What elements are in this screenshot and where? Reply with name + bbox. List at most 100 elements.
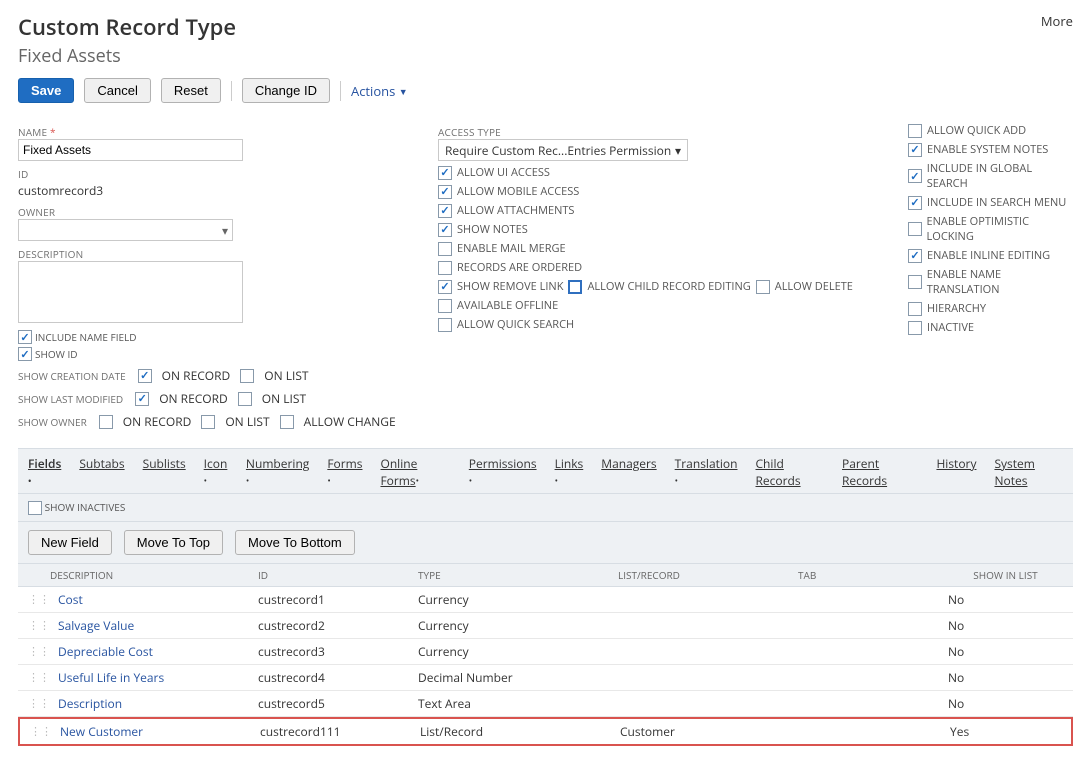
owner-select[interactable]: ▾ — [18, 219, 233, 241]
row-desc-link[interactable]: Depreciable Cost — [58, 643, 153, 660]
drag-handle-icon[interactable]: ⋮⋮ — [28, 670, 50, 685]
drag-handle-icon[interactable]: ⋮⋮ — [28, 644, 50, 659]
dot-icon: • — [416, 474, 419, 487]
table-row[interactable]: ⋮⋮Descriptioncustrecord5Text AreaNo — [18, 691, 1073, 717]
row-desc-link[interactable]: Description — [58, 695, 122, 712]
show-owner-label: SHOW OWNER — [18, 415, 87, 429]
col-header-description: DESCRIPTION — [28, 568, 258, 582]
drag-handle-icon[interactable]: ⋮⋮ — [28, 618, 50, 633]
drag-handle-icon[interactable]: ⋮⋮ — [30, 724, 52, 739]
available-offline-label: AVAILABLE OFFLINE — [457, 298, 558, 313]
cancel-button[interactable]: Cancel — [84, 78, 150, 103]
show-remove-link-label: SHOW REMOVE LINK — [457, 279, 563, 294]
checkbox[interactable] — [438, 204, 452, 218]
move-to-bottom-button[interactable]: Move To Bottom — [235, 530, 355, 555]
include-name-checkbox[interactable] — [18, 330, 32, 344]
checkbox[interactable] — [908, 124, 922, 138]
checkbox-label: SHOW NOTES — [457, 222, 528, 237]
checkbox[interactable] — [908, 169, 922, 183]
checkbox[interactable] — [908, 249, 922, 263]
checkbox-label: ALLOW MOBILE ACCESS — [457, 184, 579, 199]
checkbox[interactable] — [438, 166, 452, 180]
tab-parent-records[interactable]: Parent Records — [842, 455, 918, 489]
save-button[interactable]: Save — [18, 78, 74, 103]
row-id: custrecord4 — [258, 669, 418, 686]
row-desc-link[interactable]: Useful Life in Years — [58, 669, 164, 686]
tab-managers[interactable]: Managers — [601, 455, 656, 489]
checkbox[interactable] — [438, 185, 452, 199]
drag-handle-icon[interactable]: ⋮⋮ — [28, 696, 50, 711]
dot-icon: • — [555, 474, 558, 487]
tab-online-forms[interactable]: Online Forms • — [380, 455, 450, 489]
row-type: Currency — [418, 617, 618, 634]
checkbox[interactable] — [908, 222, 922, 236]
table-row[interactable]: ⋮⋮Costcustrecord1CurrencyNo — [18, 587, 1073, 613]
tab-numbering[interactable]: Numbering • — [246, 455, 309, 489]
scd-onlist-checkbox[interactable] — [240, 369, 254, 383]
row-id: custrecord3 — [258, 643, 418, 660]
slm-onlist-checkbox[interactable] — [238, 392, 252, 406]
allow-quick-search-checkbox[interactable] — [438, 318, 452, 332]
allow-child-record-editing-checkbox[interactable] — [568, 280, 582, 294]
allow-delete-checkbox[interactable] — [756, 280, 770, 294]
table-row[interactable]: ⋮⋮New Customercustrecord111List/RecordCu… — [18, 717, 1073, 746]
tab-links[interactable]: Links • — [555, 455, 584, 489]
drag-handle-icon[interactable]: ⋮⋮ — [28, 592, 50, 607]
tab-child-records[interactable]: Child Records — [756, 455, 825, 489]
so-onrecord-checkbox[interactable] — [99, 415, 113, 429]
checkbox-label: ALLOW UI ACCESS — [457, 165, 550, 180]
tab-system-notes[interactable]: System Notes — [994, 455, 1063, 489]
tab-subtabs[interactable]: Subtabs — [79, 455, 124, 489]
reset-button[interactable]: Reset — [161, 78, 221, 103]
available-offline-checkbox[interactable] — [438, 299, 452, 313]
row-showinlist: Yes — [950, 723, 1061, 740]
so-allowchange-checkbox[interactable] — [280, 415, 294, 429]
slm-onrecord-label: ON RECORD — [159, 390, 228, 407]
description-label: DESCRIPTION — [18, 247, 398, 261]
actions-menu[interactable]: Actions ▼ — [351, 82, 408, 100]
tab-forms[interactable]: Forms • — [327, 455, 362, 489]
table-row[interactable]: ⋮⋮Depreciable Costcustrecord3CurrencyNo — [18, 639, 1073, 665]
checkbox[interactable] — [908, 321, 922, 335]
show-remove-link-checkbox[interactable] — [438, 280, 452, 294]
show-inactives-checkbox[interactable] — [28, 501, 42, 515]
table-row[interactable]: ⋮⋮Salvage Valuecustrecord2CurrencyNo — [18, 613, 1073, 639]
description-input[interactable] — [18, 261, 243, 323]
id-value: customrecord3 — [18, 182, 398, 199]
divider — [340, 81, 341, 101]
name-input[interactable] — [18, 139, 243, 161]
row-desc-link[interactable]: Cost — [58, 591, 83, 608]
scd-onrecord-checkbox[interactable] — [138, 369, 152, 383]
checkbox[interactable] — [438, 261, 452, 275]
tab-translation[interactable]: Translation • — [675, 455, 738, 489]
row-type: Currency — [418, 591, 618, 608]
tab-fields[interactable]: Fields • — [28, 455, 61, 489]
tab-permissions[interactable]: Permissions • — [469, 455, 537, 489]
checkbox[interactable] — [438, 223, 452, 237]
checkbox[interactable] — [908, 275, 922, 289]
more-link[interactable]: More — [1041, 12, 1073, 30]
checkbox-label: RECORDS ARE ORDERED — [457, 260, 582, 275]
checkbox-label: INCLUDE IN SEARCH MENU — [927, 195, 1066, 210]
row-showinlist: No — [948, 669, 1063, 686]
show-id-checkbox[interactable] — [18, 347, 32, 361]
checkbox[interactable] — [908, 143, 922, 157]
change-id-button[interactable]: Change ID — [242, 78, 330, 103]
table-row[interactable]: ⋮⋮Useful Life in Yearscustrecord4Decimal… — [18, 665, 1073, 691]
row-desc-link[interactable]: New Customer — [60, 723, 143, 740]
slm-onrecord-checkbox[interactable] — [135, 392, 149, 406]
tab-history[interactable]: History — [936, 455, 976, 489]
checkbox[interactable] — [908, 196, 922, 210]
tab-icon[interactable]: Icon • — [204, 455, 228, 489]
checkbox[interactable] — [438, 242, 452, 256]
checkbox[interactable] — [908, 302, 922, 316]
new-field-button[interactable]: New Field — [28, 530, 112, 555]
row-desc-link[interactable]: Salvage Value — [58, 617, 134, 634]
allow-child-record-editing-label: ALLOW CHILD RECORD EDITING — [587, 279, 750, 294]
checkbox-label: ENABLE SYSTEM NOTES — [927, 142, 1048, 157]
move-to-top-button[interactable]: Move To Top — [124, 530, 223, 555]
caret-down-icon: ▾ — [675, 142, 681, 159]
access-type-select[interactable]: Require Custom Rec...Entries Permission … — [438, 139, 688, 161]
so-onlist-checkbox[interactable] — [201, 415, 215, 429]
tab-sublists[interactable]: Sublists — [143, 455, 186, 489]
